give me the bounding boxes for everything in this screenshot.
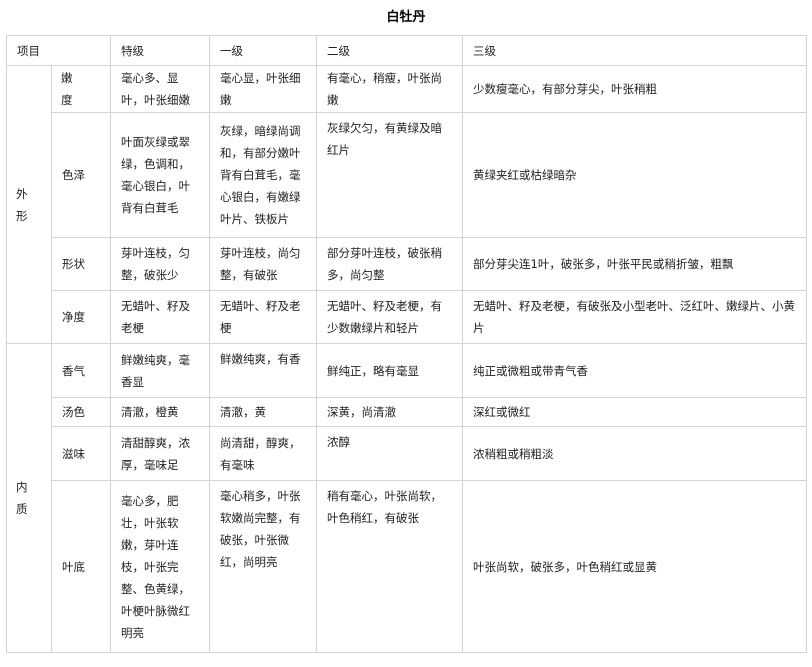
cell-aroma-grade1: 鲜嫩纯爽，有香: [209, 343, 317, 398]
table-row-aroma: 内 质 香气 鲜嫩纯爽，毫香显 鲜嫩纯爽，有香 鲜纯正，略有毫显 纯正或微粗或带…: [6, 343, 807, 653]
cell-leaf-base-grade3: 叶张尚软，破张多，叶色稍红或显黄: [462, 480, 807, 653]
table-row-tenderness: 外 形 嫩 度 毫心多、显叶，叶张细嫩 毫心显，叶张细嫩 有毫心，稍瘦，叶张尚嫩…: [6, 65, 807, 344]
header-grade2: 二级: [316, 35, 463, 66]
cell-liquor-special: 清澈，橙黄: [110, 397, 210, 427]
cell-color-grade3: 黄绿夹红或枯绿暗杂: [462, 112, 807, 238]
header-grade1: 一级: [209, 35, 317, 66]
cell-taste-grade2: 浓醇: [316, 426, 463, 481]
cell-cleanliness-grade2: 无蜡叶、籽及老梗，有少数嫩绿片和轻片: [316, 290, 463, 344]
row-label-leaf-base: 叶底: [51, 480, 111, 653]
cell-leaf-base-grade2: 稍有毫心，叶张尚软，叶色稍红，有破张: [316, 480, 463, 653]
group-appearance: 外 形: [6, 65, 52, 344]
cell-tenderness-grade3: 少数瘦毫心，有部分芽尖，叶张稍粗: [462, 65, 807, 113]
cell-liquor-grade2: 深黄，尚清澈: [316, 397, 463, 427]
cell-aroma-special: 鲜嫩纯爽，毫香显: [110, 343, 210, 398]
cell-cleanliness-grade3: 无蜡叶、籽及老梗，有破张及小型老叶、泛红叶、嫩绿片、小黄片: [462, 290, 807, 344]
table-row-liquor: 汤色 清澈，橙黄 清澈，黄 深黄，尚清澈 深红或微红: [7, 397, 807, 427]
cell-tenderness-grade1: 毫心显，叶张细嫩: [209, 65, 317, 113]
cell-shape-special: 芽叶连枝，匀整，破张少: [110, 237, 210, 291]
cell-taste-grade1: 尚清甜，醇爽，有毫味: [209, 426, 317, 481]
row-label-liquor: 汤色: [51, 397, 111, 427]
page-title: 白牡丹: [386, 10, 426, 25]
cell-color-special: 叶面灰绿或翠绿，色调和，毫心银白，叶背有白茸毛: [110, 112, 210, 238]
row-label-aroma: 香气: [51, 343, 111, 398]
table-row-taste: 滋味 清甜醇爽，浓厚，毫味足 尚清甜，醇爽，有毫味 浓醇 浓稍粗或稍粗淡: [7, 426, 807, 481]
cell-taste-special: 清甜醇爽，浓厚，毫味足: [110, 426, 210, 481]
group-internal: 内 质: [6, 343, 52, 653]
cell-cleanliness-special: 无蜡叶、籽及老梗: [110, 290, 210, 344]
cell-cleanliness-grade1: 无蜡叶、籽及老梗: [209, 290, 317, 344]
cell-liquor-grade1: 清澈，黄: [209, 397, 317, 427]
table-row-shape: 形状 芽叶连枝，匀整，破张少 芽叶连枝，尚匀整，有破张 部分芽叶连枝，破张稍多，…: [7, 237, 807, 291]
cell-shape-grade1: 芽叶连枝，尚匀整，有破张: [209, 237, 317, 291]
cell-aroma-grade2: 鲜纯正，略有毫显: [316, 343, 463, 398]
cell-tenderness-special: 毫心多、显叶，叶张细嫩: [110, 65, 210, 113]
cell-color-grade2: 灰绿欠匀，有黄绿及暗红片: [316, 112, 463, 238]
table-row-color: 色泽 叶面灰绿或翠绿，色调和，毫心银白，叶背有白茸毛 灰绿，暗绿尚调和，有部分嫩…: [7, 112, 807, 238]
cell-liquor-grade3: 深红或微红: [462, 397, 807, 427]
cell-taste-grade3: 浓稍粗或稍粗淡: [462, 426, 807, 481]
cell-tenderness-grade2: 有毫心，稍瘦，叶张尚嫩: [316, 65, 463, 113]
row-label-cleanliness: 净度: [51, 290, 111, 344]
row-label-shape: 形状: [51, 237, 111, 291]
cell-leaf-base-grade1: 毫心稍多，叶张软嫩尚完整，有破张，叶张微红，尚明亮: [209, 480, 317, 653]
header-special: 特级: [110, 35, 210, 66]
row-label-taste: 滋味: [51, 426, 111, 481]
header-item: 项目: [6, 35, 111, 66]
header-grade3: 三级: [462, 35, 807, 66]
row-label-tenderness: 嫩 度: [51, 65, 111, 113]
cell-shape-grade3: 部分芽尖连1叶，破张多，叶张平民或稍折皱，粗飘: [462, 237, 807, 291]
cell-aroma-grade3: 纯正或微粗或带青气香: [462, 343, 807, 398]
grading-table: 项目 特级 一级 二级 三级 外 形 嫩 度 毫心多、显叶，叶张细嫩 毫心显，叶…: [6, 35, 807, 653]
row-label-color: 色泽: [51, 112, 111, 238]
cell-color-grade1: 灰绿，暗绿尚调和，有部分嫩叶背有白茸毛，毫心银白，有嫩绿叶片、铁板片: [209, 112, 317, 238]
header-row: 项目 特级 一级 二级 三级: [6, 35, 807, 66]
table-row-cleanliness: 净度 无蜡叶、籽及老梗 无蜡叶、籽及老梗 无蜡叶、籽及老梗，有少数嫩绿片和轻片 …: [7, 290, 807, 344]
cell-leaf-base-special: 毫心多，肥壮，叶张软嫩，芽叶连枝，叶张完整、色黄绿，叶梗叶脉微红明亮: [110, 480, 210, 653]
cell-shape-grade2: 部分芽叶连枝，破张稍多，尚匀整: [316, 237, 463, 291]
table-row-leaf-base: 叶底 毫心多，肥壮，叶张软嫩，芽叶连枝，叶张完整、色黄绿，叶梗叶脉微红明亮 毫心…: [7, 480, 807, 653]
